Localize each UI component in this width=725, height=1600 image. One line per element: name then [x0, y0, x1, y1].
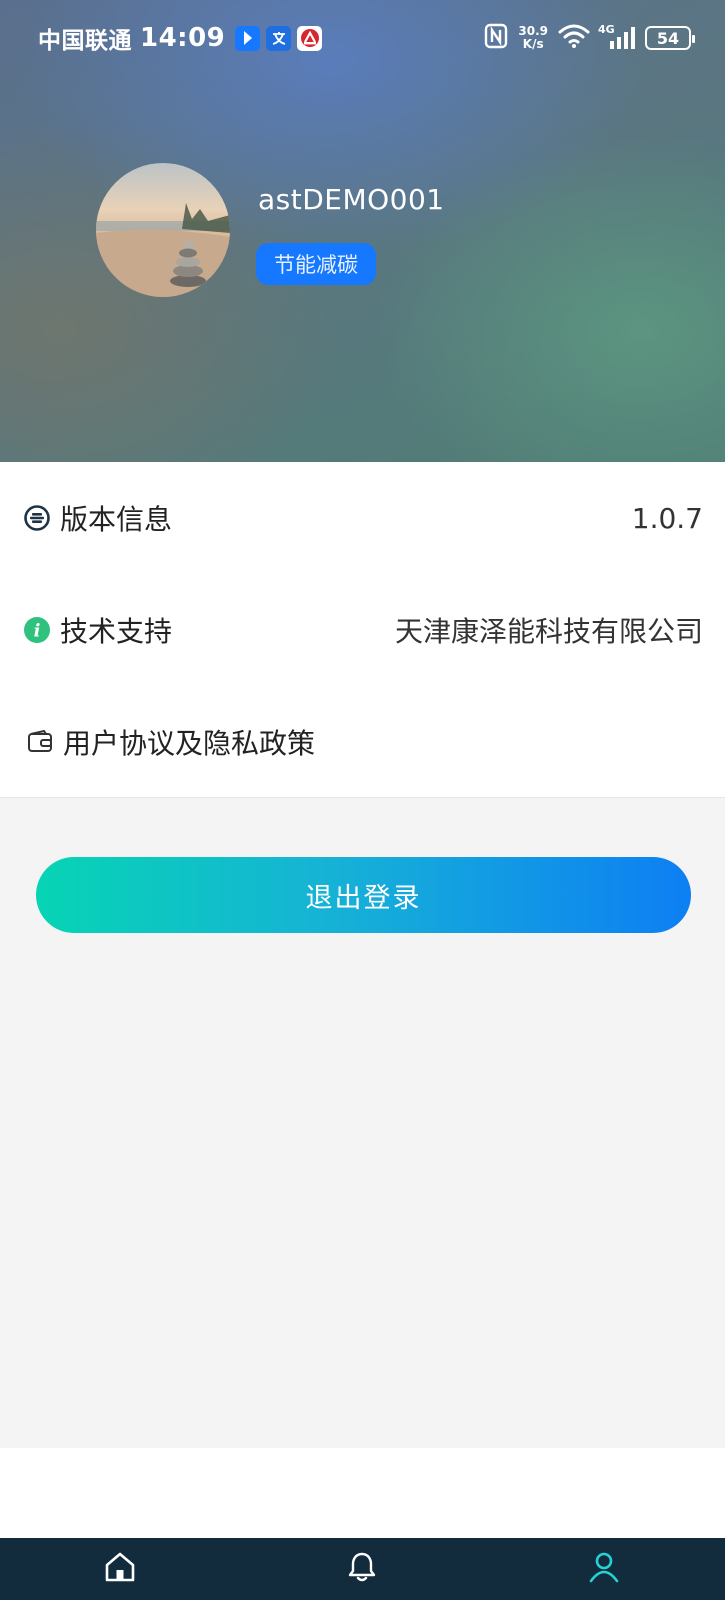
support-company-value: 天津康泽能科技有限公司	[394, 615, 703, 648]
network-speed: 30.9 K/s	[518, 25, 548, 51]
nfc-icon	[484, 23, 508, 53]
bottom-tab-bar	[0, 1538, 725, 1600]
info-icon: i	[22, 615, 52, 645]
role-tag: 节能减碳	[256, 243, 376, 285]
translate-app-icon	[266, 25, 292, 51]
version-icon	[22, 503, 52, 533]
tab-home[interactable]	[80, 1538, 160, 1600]
wallet-icon	[25, 727, 55, 757]
tab-notifications[interactable]	[322, 1538, 402, 1600]
settings-row-version[interactable]: 版本信息 1.0.7	[0, 462, 725, 574]
signal-icon: 4G	[598, 23, 635, 49]
username: astDEMO001	[258, 183, 445, 216]
logout-button[interactable]: 退出登录	[36, 857, 691, 933]
settings-row-label: 版本信息	[60, 503, 173, 536]
profile-header: 中国联通 14:09 30.9 K/s 4G 54 astDEMO001 节能减…	[0, 0, 725, 462]
app-version-value: 1.0.7	[631, 501, 703, 535]
settings-row-agreement[interactable]: 用户协议及隐私政策	[0, 686, 725, 798]
network-speed-unit: K/s	[522, 37, 544, 51]
network-type: 4G	[598, 23, 615, 36]
user-icon	[588, 1551, 620, 1587]
settings-row-label: 技术支持	[60, 615, 173, 648]
settings-list: 版本信息 1.0.7 i 技术支持 天津康泽能科技有限公司 用户协议及隐私政策	[0, 462, 725, 798]
battery-indicator: 54	[645, 26, 695, 50]
bank-app-icon	[297, 25, 323, 51]
tab-profile[interactable]	[564, 1538, 644, 1600]
home-icon	[104, 1552, 136, 1586]
svg-text:i: i	[34, 621, 41, 642]
bell-icon	[347, 1551, 377, 1587]
blue-arrow-app-icon	[235, 25, 261, 51]
battery-level: 54	[656, 28, 680, 48]
wifi-icon	[558, 23, 590, 53]
status-bar: 中国联通 14:09 30.9 K/s 4G 54	[0, 0, 725, 74]
status-time: 14:09	[140, 23, 226, 53]
settings-row-support[interactable]: i 技术支持 天津康泽能科技有限公司	[0, 574, 725, 686]
avatar[interactable]	[96, 163, 230, 297]
carrier-name: 中国联通	[38, 28, 132, 54]
content-area: 退出登录	[0, 798, 725, 1448]
settings-row-label: 用户协议及隐私政策	[63, 727, 316, 760]
